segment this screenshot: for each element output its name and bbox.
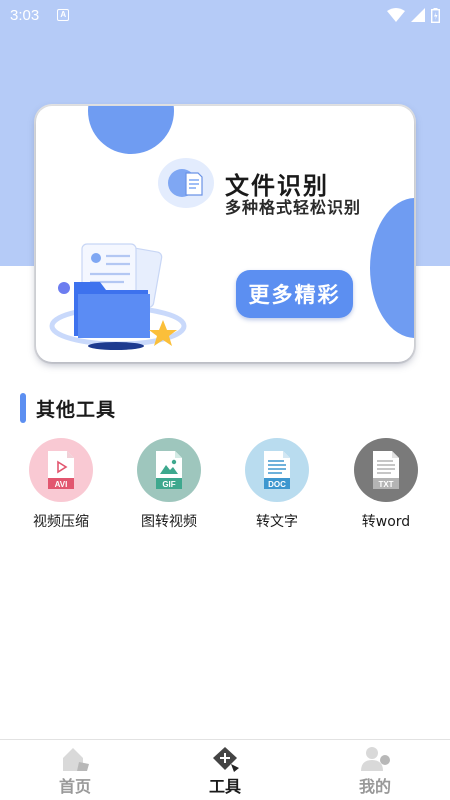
banner-subtitle: 多种格式轻松识别 [225, 198, 362, 217]
nav-label: 工具 [208, 777, 241, 796]
folder-illustration [44, 242, 194, 354]
file-scan-icon [158, 158, 214, 208]
gif-badge: GIF [162, 480, 175, 489]
nav-label: 我的 [358, 777, 391, 796]
tool-video-compress[interactable]: AVI 视频压缩 [11, 438, 111, 531]
status-bar: 3:03 A [0, 0, 450, 30]
tools-grid: AVI 视频压缩 GIF 图转视频 DOC 转文字 TXT 转word [0, 438, 450, 538]
status-time: 3:03 [10, 6, 40, 24]
section-accent-bar [20, 393, 26, 423]
file-recognition-banner[interactable]: 文件识别 多种格式轻松识别 更多精彩 [36, 106, 414, 362]
tools-icon [213, 747, 239, 772]
nav-label: 首页 [58, 777, 91, 796]
tool-to-word[interactable]: TXT 转word [336, 438, 436, 531]
battery-icon [431, 7, 440, 23]
tool-label: 视频压缩 [33, 514, 89, 530]
tool-image-to-video[interactable]: GIF 图转视频 [119, 438, 219, 531]
tool-label: 转word [361, 514, 411, 530]
wifi-icon [387, 8, 405, 22]
gif-file-icon: GIF [137, 438, 201, 502]
nav-item-profile[interactable]: 我的 [320, 746, 430, 797]
signal-icon [411, 8, 425, 22]
profile-icon [361, 747, 390, 771]
tool-to-text[interactable]: DOC 转文字 [227, 438, 327, 531]
tool-label: 转文字 [256, 514, 298, 530]
txt-badge: TXT [378, 480, 393, 489]
tool-label: 图转视频 [141, 514, 197, 530]
more-button[interactable]: 更多精彩 [236, 270, 353, 318]
avi-badge: AVI [55, 480, 68, 489]
section-header: 其他工具 [8, 392, 116, 424]
decor-circle [88, 106, 174, 154]
section-title: 其他工具 [36, 398, 117, 421]
txt-file-icon: TXT [354, 438, 418, 502]
doc-badge: DOC [268, 480, 286, 489]
notification-icon: A [57, 9, 70, 21]
doc-file-icon: DOC [245, 438, 309, 502]
home-icon [63, 748, 89, 771]
nav-item-tools[interactable]: 工具 [170, 746, 280, 797]
decor-circle [370, 198, 414, 338]
avi-file-icon: AVI [29, 438, 93, 502]
nav-item-home[interactable]: 首页 [20, 746, 130, 797]
bottom-nav: 首页 工具 我的 [0, 739, 450, 800]
